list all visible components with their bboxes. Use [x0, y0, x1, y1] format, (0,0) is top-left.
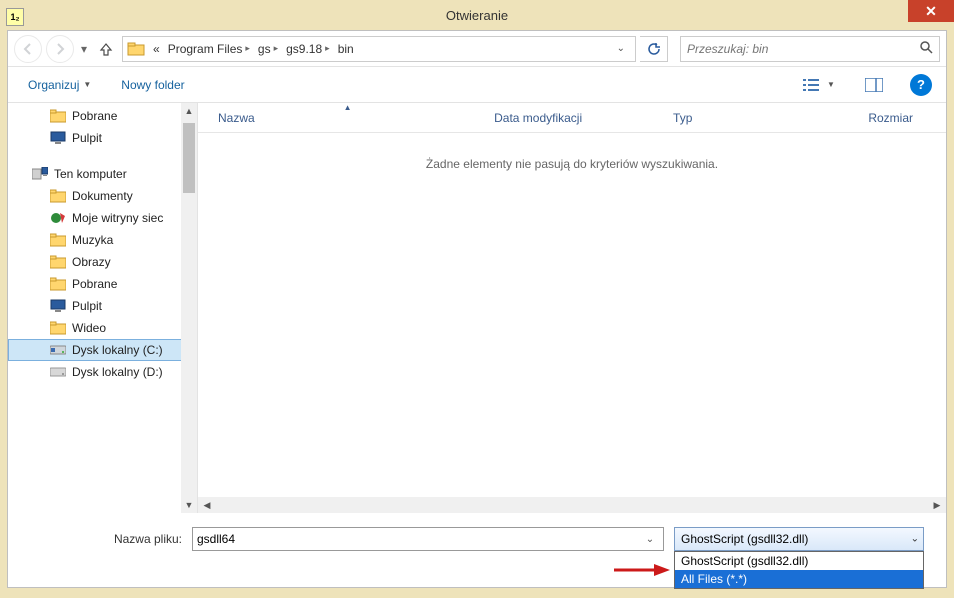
window-title: Otwieranie: [446, 8, 508, 23]
breadcrumb-bar[interactable]: « Program Files ▸ gs ▸ gs9.18 ▸ bin ⌄: [122, 36, 636, 62]
filename-dropdown-icon[interactable]: ⌄: [641, 534, 659, 545]
folder-icon: [50, 233, 66, 247]
filename-combo[interactable]: ⌄: [192, 527, 664, 551]
tree-item-label: Pobrane: [72, 109, 117, 123]
filetype-selected: GhostScript (gsdll32.dll): [681, 532, 808, 546]
column-name[interactable]: ▲ Nazwa: [210, 103, 486, 132]
column-type[interactable]: Typ: [665, 103, 844, 132]
content-hscrollbar[interactable]: ◀ ▶: [198, 497, 946, 513]
filetype-dropdown[interactable]: GhostScript (gsdll32.dll) All Files (*.*…: [674, 551, 924, 589]
help-button[interactable]: ?: [910, 74, 932, 96]
folder-icon: [50, 321, 66, 335]
forward-button[interactable]: [46, 35, 74, 63]
folder-icon: [50, 255, 66, 269]
tree-item[interactable]: Obrazy: [8, 251, 197, 273]
navigation-tree: Pobrane Pulpit Ten komputer Dokumenty Moje w…: [8, 103, 198, 513]
empty-message: Żadne elementy nie pasują do kryteriów w…: [198, 133, 946, 195]
scroll-down-icon[interactable]: ▼: [181, 497, 197, 513]
tree-item[interactable]: Ten komputer: [8, 163, 197, 185]
folder-icon: [50, 109, 66, 123]
monitor-small-icon: [50, 299, 66, 313]
tree-item-label: Muzyka: [72, 233, 113, 247]
tree-item[interactable]: Pobrane: [8, 273, 197, 295]
search-box[interactable]: [680, 36, 940, 62]
tree-item-label: Dysk lokalny (D:): [72, 365, 163, 379]
new-folder-button[interactable]: Nowy folder: [115, 74, 190, 96]
column-size[interactable]: Rozmiar: [844, 103, 934, 132]
tree-item-label: Pulpit: [72, 131, 102, 145]
filetype-option-ghostscript[interactable]: GhostScript (gsdll32.dll): [675, 552, 923, 570]
folder-icon: [127, 41, 145, 57]
tree-item[interactable]: Dysk lokalny (C:): [8, 339, 197, 361]
titlebar: 1₂ Otwieranie ✕: [0, 0, 954, 30]
breadcrumb-program-files[interactable]: Program Files ▸: [164, 37, 254, 61]
monitor-small-icon: [50, 131, 66, 145]
tree-item[interactable]: Wideo: [8, 317, 197, 339]
scroll-left-icon[interactable]: ◀: [200, 500, 214, 511]
tree-item[interactable]: Pulpit: [8, 295, 197, 317]
breadcrumb-overflow[interactable]: «: [149, 37, 164, 61]
disk-gray-icon: [50, 365, 66, 379]
scroll-right-icon[interactable]: ▶: [930, 500, 944, 511]
tree-item[interactable]: Dysk lokalny (D:): [8, 361, 197, 383]
tree-item[interactable]: Pobrane: [8, 105, 197, 127]
column-date[interactable]: Data modyfikacji: [486, 103, 665, 132]
breadcrumb-dropdown[interactable]: ⌄: [611, 43, 631, 54]
breadcrumb-bin[interactable]: bin: [334, 37, 358, 61]
preview-pane-button[interactable]: [862, 74, 886, 96]
search-input[interactable]: [687, 42, 920, 56]
tree-scroll-thumb[interactable]: [183, 123, 195, 193]
view-dropdown-icon[interactable]: ▼: [824, 74, 838, 96]
tree-item-label: Dysk lokalny (C:): [72, 343, 163, 357]
breadcrumb-gs918[interactable]: gs9.18 ▸: [282, 37, 334, 61]
dialog-body: Pobrane Pulpit Ten komputer Dokumenty Moje w…: [8, 103, 946, 513]
view-details-icon[interactable]: [799, 74, 823, 96]
web-icon: [50, 211, 66, 225]
app-icon: 1₂: [6, 8, 24, 26]
up-button[interactable]: [94, 37, 118, 61]
filename-label: Nazwa pliku:: [30, 532, 182, 546]
tree-item-label: Pobrane: [72, 277, 117, 291]
filename-input[interactable]: [197, 532, 641, 546]
tree-item-label: Ten komputer: [54, 167, 127, 181]
file-open-dialog: ▾ « Program Files ▸ gs ▸ gs9.18 ▸ bin ⌄: [7, 30, 947, 588]
back-button[interactable]: [14, 35, 42, 63]
tree-item-label: Pulpit: [72, 299, 102, 313]
tree-item[interactable]: Pulpit: [8, 127, 197, 149]
tree-item[interactable]: Moje witryny siec: [8, 207, 197, 229]
tree-item-label: Dokumenty: [72, 189, 133, 203]
close-button[interactable]: ✕: [908, 0, 954, 22]
toolbar: Organizuj ▼ Nowy folder ▼ ?: [8, 67, 946, 103]
disk-icon: [50, 343, 66, 357]
filetype-option-allfiles[interactable]: All Files (*.*): [675, 570, 923, 588]
tree-item-label: Obrazy: [72, 255, 111, 269]
nav-bar: ▾ « Program Files ▸ gs ▸ gs9.18 ▸ bin ⌄: [8, 31, 946, 67]
sort-ascending-icon: ▲: [344, 103, 352, 112]
view-mode-button[interactable]: ▼: [799, 74, 838, 96]
filetype-select[interactable]: GhostScript (gsdll32.dll) ⌄: [674, 527, 924, 551]
tree-scrollbar[interactable]: ▲ ▼: [181, 103, 197, 513]
tree-item-label: Moje witryny siec: [72, 211, 163, 225]
organize-button[interactable]: Organizuj ▼: [22, 74, 97, 96]
search-icon[interactable]: [920, 41, 933, 57]
history-dropdown[interactable]: ▾: [78, 42, 90, 56]
scroll-up-icon[interactable]: ▲: [181, 103, 197, 119]
pc-icon: [32, 167, 48, 181]
annotation-arrow: [614, 562, 670, 578]
column-headers: ▲ Nazwa Data modyfikacji Typ Rozmiar: [198, 103, 946, 133]
breadcrumb-gs[interactable]: gs ▸: [254, 37, 282, 61]
tree-item[interactable]: Muzyka: [8, 229, 197, 251]
file-list-panel: ▲ Nazwa Data modyfikacji Typ Rozmiar Żad…: [198, 103, 946, 513]
folder-icon: [50, 277, 66, 291]
folder-icon: [50, 189, 66, 203]
tree-item-label: Wideo: [72, 321, 106, 335]
refresh-button[interactable]: [640, 36, 668, 62]
chevron-down-icon: ⌄: [911, 534, 919, 545]
tree-item[interactable]: Dokumenty: [8, 185, 197, 207]
dialog-footer: Nazwa pliku: ⌄ GhostScript (gsdll32.dll)…: [8, 513, 946, 587]
